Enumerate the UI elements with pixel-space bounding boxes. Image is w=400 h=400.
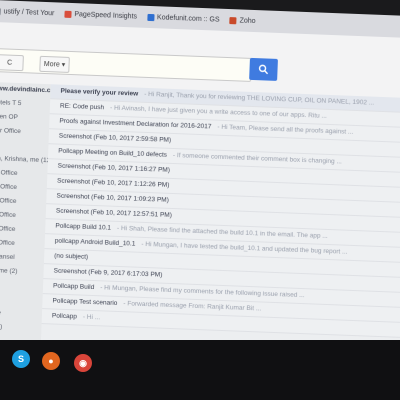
refresh-icon: C — [6, 59, 13, 67]
mail-subject: Please verify your review — [60, 87, 139, 98]
chrome-icon[interactable]: ◉ — [74, 354, 92, 372]
taskbar: S ● ◉ — [0, 340, 400, 400]
mail-subject: Screenshot (Feb 10, 2017 1:16:27 PM) — [57, 162, 171, 174]
favicon-icon — [0, 7, 1, 15]
mail-subject: Screenshot (Feb 10, 2017 1:12:26 PM) — [56, 177, 170, 189]
sidebar-item[interactable]: Ipur Office — [0, 124, 49, 140]
pagespeed-icon — [64, 10, 72, 18]
firefox-icon[interactable]: ● — [42, 352, 60, 370]
refresh-button[interactable]: C — [0, 54, 24, 72]
bookmark-0[interactable]: ustify / Test Your — [0, 7, 55, 17]
sidebar-item[interactable]: tel Kansel — [0, 250, 44, 266]
mail-subject: (no subject) — [54, 252, 89, 261]
mail-subject: Screenshot (Feb 9, 2017 6:17:03 PM) — [53, 267, 163, 279]
kodefunit-icon — [146, 13, 155, 21]
bookmark-zoho[interactable]: Zoho — [229, 16, 256, 25]
mail-subject: Proofs against Investment Declaration fo… — [59, 117, 212, 131]
sidebar-item[interactable]: me — [0, 292, 43, 308]
more-button[interactable]: More ▾ — [39, 55, 70, 73]
zoho-icon — [229, 16, 237, 24]
mail-subject: Pollcapp Meeting on Build_10 defects — [58, 147, 168, 159]
bookmark-pagespeed[interactable]: PageSpeed Insights — [64, 10, 137, 20]
mail-subject: Pollcapp Build 10.1 — [55, 222, 112, 232]
mail-subject: Pollcapp Build — [52, 282, 95, 292]
mail-subject: Screenshot (Feb 10, 2017 12:57:51 PM) — [55, 207, 172, 219]
sidebar-item[interactable]: Office — [0, 306, 42, 322]
mail-subject: Screenshot (Feb 10, 2017 1:09:23 PM) — [56, 192, 169, 204]
mail-subject: Pollcapp Test scenario — [52, 297, 118, 307]
skype-icon[interactable]: S — [12, 350, 30, 368]
mail-subject: pollcapp Android Build_10.1 — [54, 237, 136, 248]
monitor-screen: ustify / Test Your PageSpeed Insights Ko… — [0, 0, 400, 394]
mail-snippet: - Forwarded message From: Ranjit Kumar B… — [123, 300, 262, 313]
sidebar-item[interactable]: pur Office — [0, 236, 45, 252]
sidebar-item[interactable]: Xin, me (2) — [0, 264, 44, 280]
mail-snippet: - If someone commented their comment box… — [172, 151, 343, 166]
bookmark-kodefunit[interactable]: Kodefunit.com :: GS — [146, 13, 220, 23]
mail-subject: Screenshot (Feb 10, 2017 2:59:58 PM) — [58, 132, 172, 144]
mail-subject: Pollcapp — [51, 312, 77, 321]
mail-subject: RE: Code push — [59, 102, 105, 112]
mail-snippet: - Hi Team, Please send all the proofs ag… — [217, 123, 354, 136]
sidebar-item[interactable]: ar — [0, 278, 43, 294]
mail-snippet: - Hi ... — [82, 313, 101, 322]
sidebar-item[interactable]: me (2) — [0, 320, 42, 336]
